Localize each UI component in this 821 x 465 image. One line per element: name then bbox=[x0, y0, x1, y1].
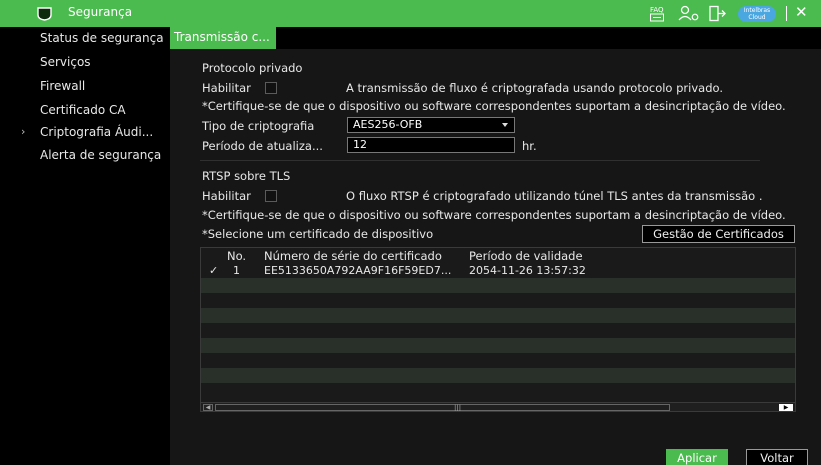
sidebar-item-services[interactable]: Serviços bbox=[0, 52, 170, 74]
private-protocol-note: *Certifique-se de que o dispositivo ou s… bbox=[202, 99, 786, 113]
apply-button[interactable]: Aplicar bbox=[666, 449, 728, 465]
sidebar: Status de segurança Serviços Firewall Ce… bbox=[0, 27, 170, 465]
table-row-empty bbox=[201, 368, 795, 383]
title-bar: Segurança FAQ Intelbras Cloud ✕ bbox=[0, 0, 821, 27]
table-row-empty bbox=[201, 308, 795, 323]
scroll-thumb[interactable]: ||| bbox=[215, 404, 670, 411]
faq-icon[interactable]: FAQ bbox=[650, 5, 664, 22]
chevron-down-icon bbox=[502, 123, 508, 127]
sidebar-item-encryption[interactable]: › Criptografia Áudi... bbox=[0, 122, 170, 144]
private-protocol-enable-label: Habilitar bbox=[202, 81, 251, 95]
rtsp-tls-enable-checkbox[interactable] bbox=[265, 190, 277, 202]
shield-icon bbox=[37, 7, 52, 21]
row-check-icon[interactable]: ✓ bbox=[209, 264, 218, 277]
svg-text:FAQ: FAQ bbox=[650, 6, 664, 14]
update-period-unit: hr. bbox=[522, 139, 537, 153]
table-row-empty bbox=[201, 383, 795, 398]
rtsp-tls-enable-label: Habilitar bbox=[202, 189, 251, 203]
table-row-empty bbox=[201, 353, 795, 368]
tab-stream-transmission[interactable]: Transmissão c... bbox=[170, 27, 276, 49]
cloud-icon[interactable]: Intelbras Cloud bbox=[738, 6, 776, 22]
sidebar-item-firewall[interactable]: Firewall bbox=[0, 76, 170, 98]
table-row-empty bbox=[201, 293, 795, 308]
sidebar-item-ca-certificate[interactable]: Certificado CA bbox=[0, 100, 170, 122]
private-protocol-enable-checkbox[interactable] bbox=[265, 82, 277, 94]
sidebar-item-security-alert[interactable]: Alerta de segurança bbox=[0, 145, 170, 167]
rtsp-tls-description: O fluxo RTSP é criptografado utilizando … bbox=[346, 189, 763, 203]
certificate-table: No. Número de série do certificado Perío… bbox=[200, 247, 796, 412]
page-title: Segurança bbox=[68, 5, 133, 19]
grip-icon: ||| bbox=[454, 404, 462, 412]
sidebar-item-security-status[interactable]: Status de segurança bbox=[0, 28, 170, 50]
table-row-empty bbox=[201, 278, 795, 293]
scroll-right-icon[interactable]: ▶ bbox=[779, 404, 793, 411]
back-button[interactable]: Voltar bbox=[746, 449, 808, 465]
row-validity: 2054-11-26 13:57:32 bbox=[469, 264, 586, 277]
private-protocol-title: Protocolo privado bbox=[202, 61, 303, 75]
table-row-empty bbox=[201, 323, 795, 338]
titlebar-separator bbox=[786, 6, 787, 21]
select-certificate-label: *Selecione um certificado de dispositivo bbox=[202, 227, 434, 241]
certificate-management-button[interactable]: Gestão de Certificados bbox=[642, 225, 795, 243]
table-row[interactable]: ✓ 1 EE5133650A792AA9F16F59ED7... 2054-11… bbox=[201, 263, 795, 278]
encryption-type-select[interactable]: AES256-OFB bbox=[347, 117, 515, 133]
table-header: No. Número de série do certificado Perío… bbox=[201, 248, 795, 263]
table-row-empty bbox=[201, 338, 795, 353]
section-divider bbox=[200, 160, 760, 161]
close-icon[interactable]: ✕ bbox=[795, 3, 808, 21]
private-protocol-description: A transmissão de fluxo é criptografada u… bbox=[346, 81, 723, 95]
rtsp-tls-note: *Certifique-se de que o dispositivo ou s… bbox=[202, 208, 786, 222]
horizontal-scrollbar[interactable]: ◀ ||| ▶ bbox=[201, 402, 795, 411]
row-serial-number: EE5133650A792AA9F16F59ED7... bbox=[264, 264, 452, 277]
scroll-left-icon[interactable]: ◀ bbox=[203, 404, 213, 411]
row-number: 1 bbox=[233, 264, 240, 277]
update-period-input[interactable]: 12 bbox=[347, 137, 515, 153]
column-serial-number: Número de série do certificado bbox=[264, 249, 442, 263]
chevron-right-icon: › bbox=[21, 125, 26, 138]
encryption-type-label: Tipo de criptografia bbox=[202, 119, 315, 133]
rtsp-tls-title: RTSP sobre TLS bbox=[202, 169, 291, 183]
user-settings-icon[interactable] bbox=[678, 5, 700, 22]
logout-icon[interactable] bbox=[709, 5, 727, 22]
update-period-label: Período de atualiza... bbox=[202, 139, 323, 153]
column-validity-period: Período de validade bbox=[469, 249, 583, 263]
column-no: No. bbox=[227, 249, 247, 263]
